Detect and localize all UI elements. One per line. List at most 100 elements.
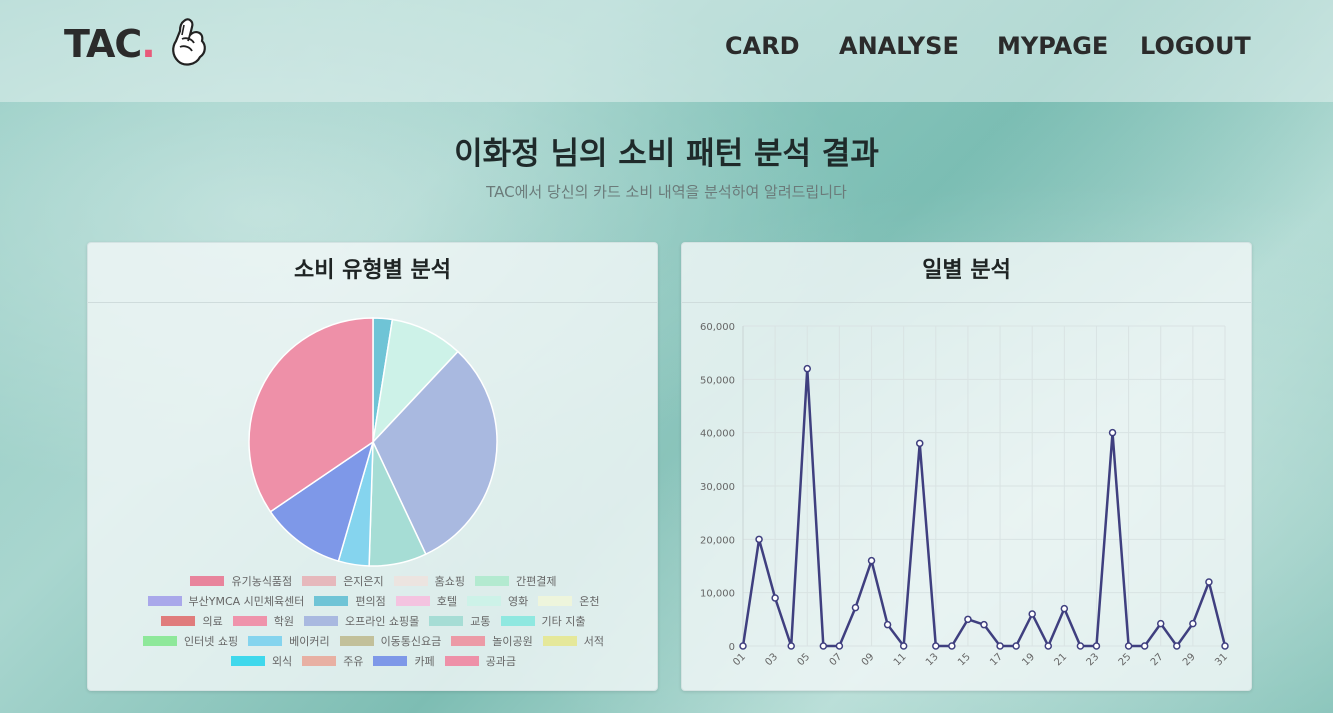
data-point[interactable] xyxy=(899,642,908,650)
legend-item[interactable]: 유기농식품점 xyxy=(190,573,292,588)
data-point[interactable] xyxy=(1205,578,1213,586)
data-point[interactable] xyxy=(1076,642,1085,650)
data-point[interactable] xyxy=(948,642,956,650)
data-point[interactable] xyxy=(867,556,876,565)
legend-swatch xyxy=(475,575,510,586)
x-tick-label: 19 xyxy=(1020,652,1037,669)
legend-item[interactable]: 베이커리 xyxy=(248,633,330,648)
legend-swatch xyxy=(444,655,479,666)
page-subtitle: TAC에서 당신의 카드 소비 내역을 분석하여 알려드립니다 xyxy=(486,183,847,201)
legend-label: 교통 xyxy=(470,614,491,628)
daily-line-chart: 0 10,000 20,000 30,000 40,000 50,000 60,000 01 0… xyxy=(700,322,1230,669)
data-point[interactable] xyxy=(739,642,747,650)
x-tick-label: 09 xyxy=(860,652,877,669)
legend-swatch xyxy=(303,615,338,626)
legend-item[interactable]: 서적 xyxy=(542,633,604,648)
legend-item[interactable]: 호텔 xyxy=(395,593,457,608)
legend-item[interactable]: 온천 xyxy=(538,593,600,608)
legend-swatch xyxy=(232,615,267,626)
data-point[interactable] xyxy=(819,642,828,650)
legend-label: 은지은지 xyxy=(343,574,384,588)
legend-item[interactable]: 이동통신요금 xyxy=(339,633,442,648)
legend-item[interactable]: 의료 xyxy=(161,613,223,628)
data-point[interactable] xyxy=(835,642,844,650)
legend-item[interactable]: 부산YMCA 시민체육센터 xyxy=(147,593,304,608)
legend-item[interactable]: 외식 xyxy=(230,653,292,668)
legend-item[interactable]: 놀이공원 xyxy=(451,633,533,648)
data-point[interactable] xyxy=(1108,428,1117,437)
legend-label: 의료 xyxy=(202,614,223,628)
data-point[interactable] xyxy=(1221,642,1229,650)
data-point[interactable] xyxy=(915,439,924,448)
legend-item[interactable]: 기타 지출 xyxy=(500,613,586,628)
logo[interactable]: TAC . xyxy=(64,18,210,70)
nav-mypage[interactable]: MYPAGE xyxy=(997,32,1108,60)
nav-card[interactable]: CARD xyxy=(725,32,800,60)
legend-item[interactable]: 카페 xyxy=(373,653,435,668)
y-tick-label: 0 xyxy=(729,642,735,653)
legend-label: 편의점 xyxy=(355,594,386,608)
y-tick-label: 10,000 xyxy=(700,589,735,600)
legend-item[interactable]: 영화 xyxy=(467,593,528,608)
data-point[interactable] xyxy=(1189,619,1197,628)
legend-label: 베이커리 xyxy=(289,634,330,648)
data-point[interactable] xyxy=(1124,642,1133,650)
legend-item[interactable]: 주유 xyxy=(302,653,363,668)
data-point[interactable] xyxy=(1060,604,1069,613)
x-tick-label: 13 xyxy=(924,652,941,669)
x-tick-label: 07 xyxy=(828,652,845,669)
data-point[interactable] xyxy=(996,642,1004,650)
data-point[interactable] xyxy=(883,620,892,629)
legend-item[interactable]: 은지은지 xyxy=(302,573,384,588)
y-tick-label: 40,000 xyxy=(700,429,735,440)
data-point[interactable] xyxy=(1140,642,1149,650)
legend-label: 온천 xyxy=(579,594,600,608)
category-pie-chart xyxy=(248,317,498,567)
x-tick-label: 21 xyxy=(1053,652,1070,669)
legend-item[interactable]: 간편결제 xyxy=(475,573,557,588)
pie-legend: 유기농식품점 은지은지 홈쇼핑 간편결제부산YMCA 시민체육센터 편의점 호텔 영화 온천의… xyxy=(88,573,659,668)
data-point[interactable] xyxy=(1173,642,1181,650)
legend-item[interactable]: 공과금 xyxy=(444,653,516,668)
data-point[interactable] xyxy=(1044,642,1053,650)
x-tick-label: 31 xyxy=(1213,652,1230,669)
legend-swatch xyxy=(314,595,349,606)
data-point[interactable] xyxy=(755,535,763,544)
category-analysis-card: 소비 유형별 분석 유기농식품점 은지은지 홈쇼핑 간편결제부산YMCA 시민체육센터… xyxy=(87,242,658,691)
data-point[interactable] xyxy=(851,603,860,612)
nav-analyse[interactable]: ANALYSE xyxy=(839,32,959,60)
legend-label: 간편결제 xyxy=(516,574,557,588)
legend-item[interactable]: 홈쇼핑 xyxy=(393,573,466,588)
legend-label: 놀이공원 xyxy=(492,634,533,648)
header-bar: TAC . CARD ANALYSE MYPAGE LOGOUT xyxy=(0,0,1333,102)
legend-item[interactable]: 오프라인 쇼핑몰 xyxy=(303,613,419,628)
legend-swatch xyxy=(500,615,535,626)
data-point[interactable] xyxy=(964,615,972,624)
data-point[interactable] xyxy=(1012,642,1020,650)
legend-label: 학원 xyxy=(273,614,294,628)
legend-item[interactable]: 교통 xyxy=(429,613,491,628)
legend-item[interactable]: 인터넷 쇼핑 xyxy=(142,633,239,648)
x-tick-label: 27 xyxy=(1149,652,1166,669)
category-analysis-title: 소비 유형별 분석 xyxy=(88,243,657,303)
legend-label: 이동통신요금 xyxy=(380,634,442,648)
legend-item[interactable]: 편의점 xyxy=(314,593,386,608)
data-point[interactable] xyxy=(1028,610,1036,618)
legend-label: 인터넷 쇼핑 xyxy=(183,634,239,648)
legend-item[interactable]: 학원 xyxy=(232,613,294,628)
legend-swatch xyxy=(230,655,265,666)
data-point[interactable] xyxy=(803,364,812,373)
logo-dot: . xyxy=(141,22,156,66)
data-point[interactable] xyxy=(1092,642,1101,650)
legend-label: 유기농식품점 xyxy=(231,574,293,588)
data-point[interactable] xyxy=(1156,619,1165,628)
data-point[interactable] xyxy=(771,594,779,602)
nav-logout[interactable]: LOGOUT xyxy=(1140,32,1251,60)
legend-swatch xyxy=(142,635,177,646)
legend-label: 홈쇼핑 xyxy=(434,574,466,588)
data-point[interactable] xyxy=(932,642,940,650)
data-point[interactable] xyxy=(787,642,795,650)
data-point[interactable] xyxy=(980,620,988,629)
legend-label: 호텔 xyxy=(436,594,457,608)
daily-analysis-card: 일별 분석 0 10,000 20,000 30,000 40,000 50,000 60,… xyxy=(681,242,1252,691)
